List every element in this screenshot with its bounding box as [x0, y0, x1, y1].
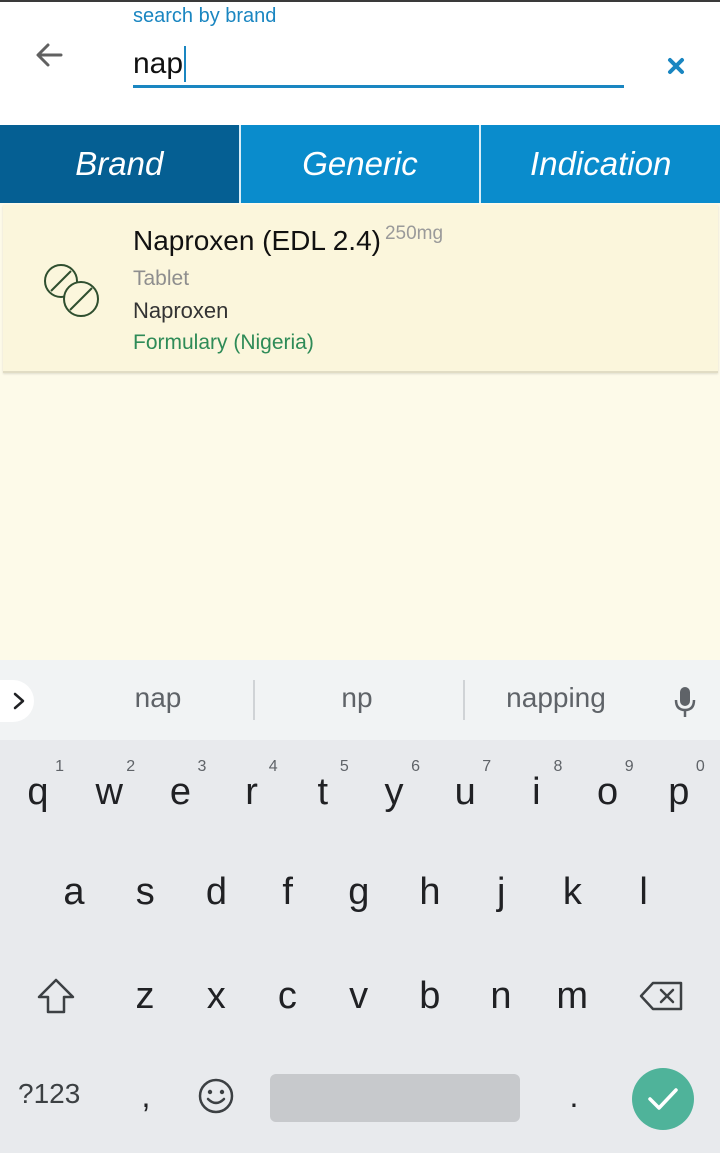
comma-key[interactable]: ,: [116, 1056, 176, 1136]
key-q[interactable]: q1: [8, 752, 68, 832]
key-n[interactable]: n: [471, 956, 531, 1036]
key-label: r: [245, 770, 258, 813]
key-e[interactable]: e3: [150, 752, 210, 832]
suggestion-item[interactable]: nap: [108, 682, 208, 714]
suggestion-bar: nap np napping: [0, 660, 720, 740]
drug-name: Naproxen (EDL 2.4): [133, 225, 381, 256]
key-hint: 7: [482, 758, 492, 775]
key-hint: 8: [553, 758, 563, 775]
key-r[interactable]: r4: [222, 752, 282, 832]
tab-indication[interactable]: Indication: [479, 125, 720, 203]
key-f[interactable]: f: [258, 852, 318, 932]
key-label: t: [317, 770, 329, 813]
key-l[interactable]: l: [614, 852, 674, 932]
key-hint: 9: [624, 758, 634, 775]
divider: [463, 680, 465, 720]
period-key[interactable]: .: [544, 1056, 604, 1136]
key-j[interactable]: j: [471, 852, 531, 932]
key-m[interactable]: m: [542, 956, 602, 1036]
arrow-left-icon: [36, 43, 63, 67]
key-w[interactable]: w2: [79, 752, 139, 832]
key-z[interactable]: z: [115, 956, 175, 1036]
tab-generic[interactable]: Generic: [238, 125, 480, 203]
search-label: search by brand: [133, 5, 277, 27]
key-label: w: [95, 770, 123, 813]
key-label: q: [27, 770, 49, 813]
backspace-icon: [639, 981, 683, 1011]
key-o[interactable]: o9: [578, 752, 638, 832]
drug-dose: 250mg: [384, 223, 444, 244]
search-mode-tabs: Brand Generic Indication: [0, 125, 720, 203]
pill-icon: [44, 264, 99, 317]
back-button[interactable]: [26, 32, 72, 78]
key-hint: 0: [695, 758, 705, 775]
key-label: y: [384, 770, 404, 813]
key-x[interactable]: x: [186, 956, 246, 1036]
key-h[interactable]: h: [400, 852, 460, 932]
clear-search-button[interactable]: [660, 50, 692, 82]
key-c[interactable]: c: [257, 956, 317, 1036]
key-t[interactable]: t5: [293, 752, 353, 832]
soft-keyboard: nap np napping q1w2e3r4t5y6u7i8o9p0 asdf…: [0, 660, 720, 1153]
drug-title: Naproxen (EDL 2.4) 250mg: [133, 223, 444, 257]
suggestion-item[interactable]: napping: [486, 682, 626, 714]
key-label: e: [169, 770, 191, 813]
emoji-key[interactable]: [186, 1056, 246, 1136]
text-caret: [184, 46, 186, 82]
key-a[interactable]: a: [44, 852, 104, 932]
key-hint: 5: [339, 758, 349, 775]
key-label: i: [532, 770, 541, 813]
key-i[interactable]: i8: [506, 752, 566, 832]
key-d[interactable]: d: [186, 852, 246, 932]
key-label: o: [597, 770, 619, 813]
key-hint: 1: [55, 758, 64, 775]
microphone-icon: [674, 687, 696, 717]
chevron-right-icon: [13, 692, 25, 710]
key-b[interactable]: b: [400, 956, 460, 1036]
key-v[interactable]: v: [329, 956, 389, 1036]
key-label: p: [668, 770, 690, 813]
key-k[interactable]: k: [542, 852, 602, 932]
key-g[interactable]: g: [329, 852, 389, 932]
voice-input-button[interactable]: [668, 682, 702, 722]
enter-key[interactable]: [632, 1068, 694, 1130]
key-s[interactable]: s: [115, 852, 175, 932]
key-hint: 2: [126, 758, 136, 775]
backspace-key[interactable]: [630, 956, 694, 1036]
key-hint: 3: [197, 758, 207, 775]
drug-formulary: Formulary (Nigeria): [133, 331, 314, 354]
key-hint: 4: [268, 758, 278, 775]
key-y[interactable]: y6: [364, 752, 424, 832]
space-key[interactable]: [270, 1074, 520, 1122]
list-item[interactable]: Naproxen (EDL 2.4) 250mg Tablet Naproxen …: [3, 205, 718, 373]
divider: [253, 680, 255, 720]
emoji-icon: [198, 1078, 234, 1114]
search-input[interactable]: [133, 42, 624, 88]
drug-form: Tablet: [133, 267, 190, 290]
key-u[interactable]: u7: [435, 752, 495, 832]
drug-generic-name: Naproxen: [133, 298, 229, 323]
key-label: u: [454, 770, 476, 813]
shift-icon: [37, 978, 75, 1014]
shift-key[interactable]: [26, 956, 86, 1036]
key-p[interactable]: p0: [649, 752, 709, 832]
suggestion-item[interactable]: np: [307, 682, 407, 714]
close-icon: [668, 58, 684, 74]
key-hint: 6: [411, 758, 420, 775]
expand-toolbar-button[interactable]: [0, 680, 34, 722]
checkmark-icon: [648, 1088, 678, 1110]
search-header: search by brand: [0, 0, 720, 125]
tab-brand[interactable]: Brand: [0, 125, 239, 203]
symbols-key[interactable]: ?123: [18, 1078, 80, 1110]
